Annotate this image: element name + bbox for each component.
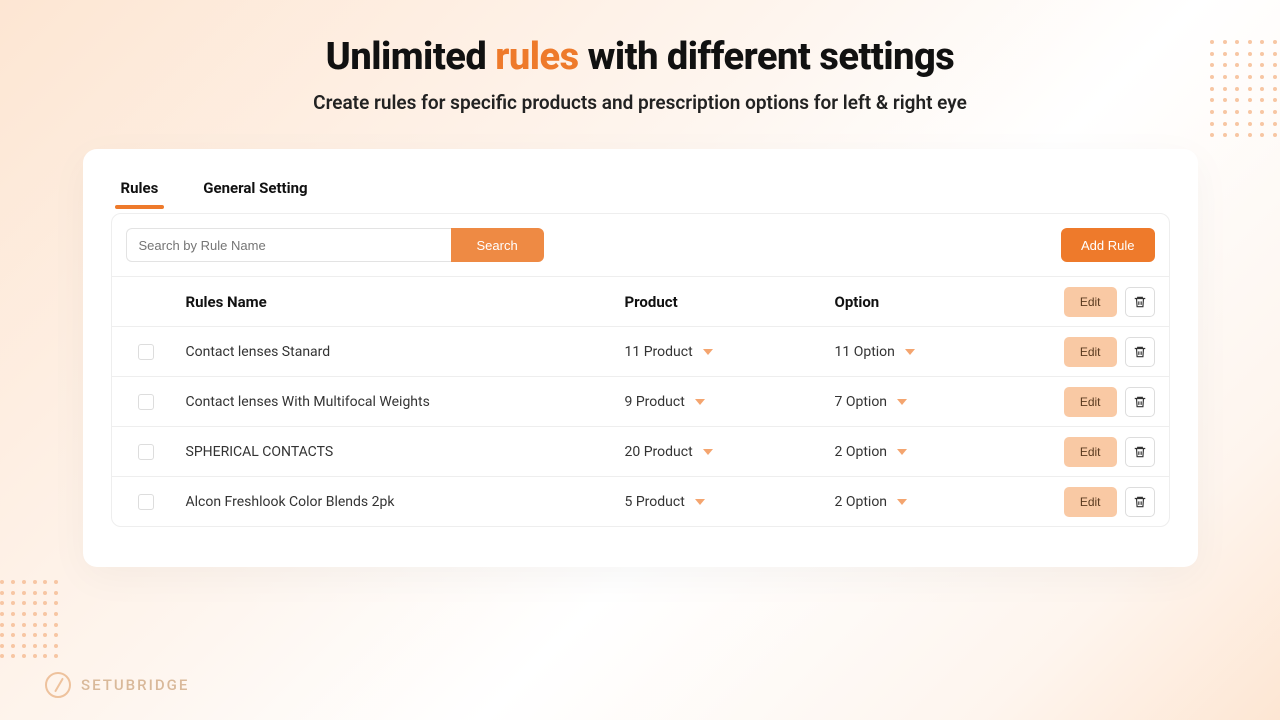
chevron-down-icon[interactable]: [897, 499, 907, 505]
product-count: 11 Product: [625, 344, 693, 360]
brand-logo-icon: [45, 672, 71, 698]
chevron-down-icon[interactable]: [897, 449, 907, 455]
edit-button[interactable]: Edit: [1064, 437, 1117, 467]
option-count: 2 Option: [835, 444, 888, 460]
product-count: 9 Product: [625, 394, 685, 410]
rule-name-cell: Contact lenses With Multifocal Weights: [186, 394, 625, 410]
chevron-down-icon[interactable]: [695, 399, 705, 405]
chevron-down-icon[interactable]: [897, 399, 907, 405]
trash-icon: [1133, 295, 1147, 309]
row-checkbox[interactable]: [138, 344, 154, 360]
trash-icon: [1133, 395, 1147, 409]
row-checkbox[interactable]: [138, 494, 154, 510]
brand-name: SETUBRIDGE: [81, 676, 189, 694]
product-count: 5 Product: [625, 494, 685, 510]
delete-button[interactable]: [1125, 387, 1155, 417]
delete-button[interactable]: [1125, 287, 1155, 317]
table-row: SPHERICAL CONTACTS20 Product 2 Option Edit: [112, 426, 1169, 476]
option-count: 11 Option: [835, 344, 895, 360]
delete-button[interactable]: [1125, 487, 1155, 517]
tab-rules[interactable]: Rules: [121, 173, 159, 207]
page-title: Unlimited rules with different settings: [0, 35, 1280, 79]
rules-card: Rules General Setting Search Add Rule Ru…: [83, 149, 1198, 567]
col-option: Option: [835, 293, 1035, 311]
table-row: Alcon Freshlook Color Blends 2pk5 Produc…: [112, 476, 1169, 526]
brand-footer: SETUBRIDGE: [45, 672, 189, 698]
table-row: Contact lenses Stanard11 Product 11 Optio…: [112, 326, 1169, 376]
edit-button[interactable]: Edit: [1064, 487, 1117, 517]
rule-name-cell: SPHERICAL CONTACTS: [186, 444, 625, 460]
col-rules-name: Rules Name: [186, 293, 625, 311]
decorative-dots-top-right: [1210, 40, 1280, 140]
search-button[interactable]: Search: [451, 228, 544, 262]
row-checkbox[interactable]: [138, 444, 154, 460]
tab-general-setting[interactable]: General Setting: [203, 173, 307, 207]
rules-panel: Search Add Rule Rules Name Product Optio…: [111, 213, 1170, 527]
chevron-down-icon[interactable]: [703, 449, 713, 455]
trash-icon: [1133, 345, 1147, 359]
row-checkbox[interactable]: [138, 394, 154, 410]
trash-icon: [1133, 445, 1147, 459]
delete-button[interactable]: [1125, 337, 1155, 367]
edit-button[interactable]: Edit: [1064, 287, 1117, 317]
rule-name-cell: Alcon Freshlook Color Blends 2pk: [186, 494, 625, 510]
add-rule-button[interactable]: Add Rule: [1061, 228, 1154, 262]
table-row: Contact lenses With Multifocal Weights9 …: [112, 376, 1169, 426]
edit-button[interactable]: Edit: [1064, 387, 1117, 417]
col-product: Product: [625, 293, 835, 311]
table-header: Rules Name Product Option Edit: [112, 276, 1169, 326]
option-count: 2 Option: [835, 494, 888, 510]
decorative-dots-bottom-left: [0, 580, 60, 660]
page-subtitle: Create rules for specific products and p…: [0, 91, 1280, 114]
product-count: 20 Product: [625, 444, 693, 460]
chevron-down-icon[interactable]: [703, 349, 713, 355]
trash-icon: [1133, 495, 1147, 509]
edit-button[interactable]: Edit: [1064, 337, 1117, 367]
option-count: 7 Option: [835, 394, 888, 410]
rule-name-cell: Contact lenses Stanard: [186, 344, 625, 360]
search-input[interactable]: [126, 228, 451, 262]
delete-button[interactable]: [1125, 437, 1155, 467]
chevron-down-icon[interactable]: [905, 349, 915, 355]
chevron-down-icon[interactable]: [695, 499, 705, 505]
